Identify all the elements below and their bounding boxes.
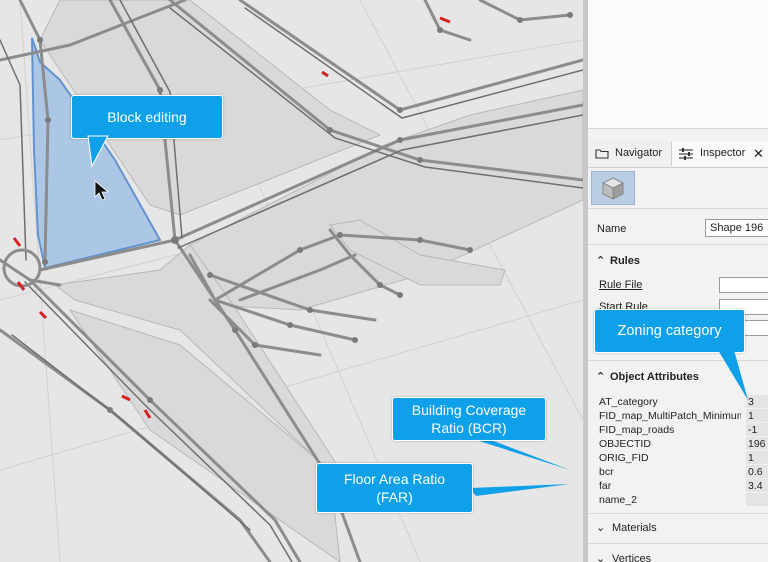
object-attributes-title: Object Attributes — [610, 371, 699, 383]
attribute-row[interactable]: ORIG_FID 1 — [588, 451, 768, 465]
attribute-row[interactable]: name_2 — [588, 493, 768, 507]
attribute-key: AT_category — [599, 396, 658, 408]
attribute-row[interactable]: FID_map_MultiPatch_Minimum 1 — [588, 409, 768, 423]
tab-navigator[interactable]: Navigator — [588, 141, 670, 166]
attribute-value[interactable]: 1 — [746, 451, 768, 464]
shape-thumbnail — [591, 171, 635, 205]
attribute-value[interactable]: -1 — [746, 423, 768, 436]
inspector-sliders-icon — [679, 148, 693, 160]
tab-bar: Navigator Inspector ✕ — [588, 141, 768, 168]
vertices-section-header[interactable]: ⌄ Vertices — [596, 552, 651, 562]
far-callout: Floor Area Ratio (FAR) — [316, 463, 473, 513]
attribute-value[interactable]: 3 — [746, 395, 768, 408]
close-icon[interactable]: ✕ — [753, 141, 764, 166]
attribute-row[interactable]: AT_category 3 — [588, 395, 768, 409]
chevron-down-icon: ⌄ — [596, 522, 606, 534]
divider — [588, 543, 768, 544]
attribute-row[interactable]: far 3.4 — [588, 479, 768, 493]
far-label-line1: Floor Area Ratio — [343, 471, 446, 487]
attribute-value[interactable]: 0.6 — [746, 465, 768, 478]
city-scene[interactable] — [0, 0, 583, 562]
lots — [39, 0, 583, 562]
divider — [588, 244, 768, 245]
materials-title: Materials — [612, 522, 657, 534]
rule-file-field[interactable] — [719, 277, 768, 293]
attribute-key: bcr — [599, 466, 614, 478]
zoning-category-callout: Zoning category — [594, 309, 745, 353]
rule-file-link[interactable]: Rule File — [599, 279, 642, 291]
attribute-row[interactable]: OBJECTID 196 — [588, 437, 768, 451]
chevron-up-icon: ⌃ — [596, 371, 606, 383]
divider — [588, 208, 768, 209]
attribute-key: FID_map_MultiPatch_Minimum — [599, 410, 741, 422]
3d-viewport[interactable]: Block editing Building Coverage Ratio (B… — [0, 0, 583, 562]
bcr-label-line2: Ratio (BCR) — [431, 420, 507, 436]
attribute-row[interactable]: FID_map_roads -1 — [588, 423, 768, 437]
attribute-value[interactable]: 196 — [746, 437, 768, 450]
cube-icon — [601, 177, 625, 200]
divider — [588, 360, 768, 361]
attribute-row[interactable]: bcr 0.6 — [588, 465, 768, 479]
block-editing-label: Block editing — [107, 109, 187, 125]
attribute-value[interactable]: 3.4 — [746, 479, 768, 492]
zoning-category-label: Zoning category — [617, 323, 722, 339]
materials-section-header[interactable]: ⌄ Materials — [596, 521, 657, 534]
block-editing-callout: Block editing — [71, 95, 223, 139]
attribute-key: name_2 — [599, 494, 637, 506]
chevron-down-icon: ⌄ — [596, 553, 606, 562]
upper-pane — [588, 0, 768, 129]
shape-name-label: Name — [597, 223, 627, 235]
inspector-panel: Navigator Inspector ✕ Name Shape 196 ⌃ Ru… — [588, 0, 768, 562]
bcr-label-line1: Building Coverage — [411, 402, 527, 418]
tab-inspector[interactable]: Inspector ✕ — [671, 141, 768, 166]
attribute-value[interactable] — [746, 493, 768, 506]
folder-icon — [595, 149, 609, 159]
attribute-key: FID_map_roads — [599, 424, 675, 436]
divider — [588, 513, 768, 514]
attribute-key: OBJECTID — [599, 438, 651, 450]
rules-section-header[interactable]: ⌃ Rules — [596, 254, 640, 267]
shape-name-field[interactable]: Shape 196 — [705, 219, 768, 237]
bcr-callout: Building Coverage Ratio (BCR) — [392, 397, 546, 441]
far-label-line2: (FAR) — [376, 489, 413, 505]
attribute-key: far — [599, 480, 612, 492]
attribute-value[interactable]: 1 — [746, 409, 768, 422]
rules-section-title: Rules — [610, 255, 640, 267]
tab-inspector-label: Inspector — [700, 147, 746, 159]
attribute-key: ORIG_FID — [599, 452, 649, 464]
tab-navigator-label: Navigator — [615, 147, 663, 159]
chevron-up-icon: ⌃ — [596, 255, 606, 267]
vertices-title: Vertices — [612, 553, 652, 562]
object-attributes-section-header[interactable]: ⌃ Object Attributes — [596, 370, 699, 383]
